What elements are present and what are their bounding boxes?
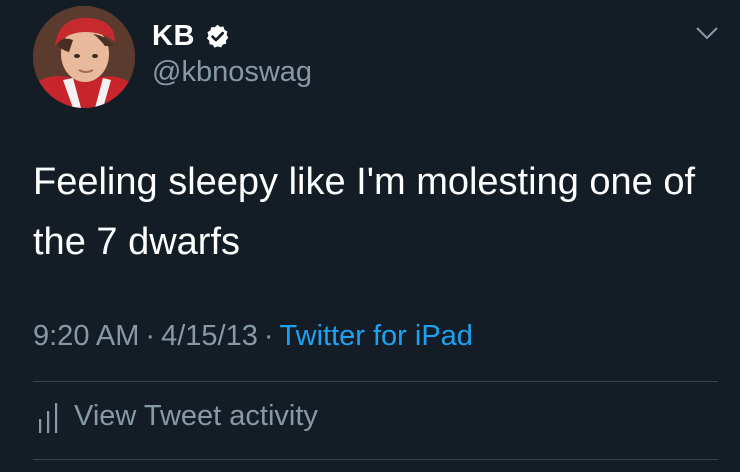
avatar[interactable] [33,6,135,108]
user-handle[interactable]: @kbnoswag [152,56,312,89]
tweet-card: KB @kbnoswag Feeling sleepy like I'm mol… [0,0,740,472]
verified-badge-icon [206,24,229,48]
meta-separator: · [145,320,156,352]
view-tweet-activity-button[interactable]: View Tweet activity [38,400,318,433]
author-name-row[interactable]: KB [152,18,231,54]
tweet-source-link[interactable]: Twitter for iPad [280,320,473,352]
meta-separator: · [263,320,274,352]
tweet-date[interactable]: 4/15/13 [161,320,258,352]
view-tweet-activity-label: View Tweet activity [74,400,318,432]
tweet-time[interactable]: 9:20 AM [33,320,139,352]
display-name[interactable]: KB [152,20,195,53]
tweet-text: Feeling sleepy like I'm molesting one of… [33,161,696,263]
chevron-down-icon[interactable] [696,26,718,40]
avatar-image [33,6,135,108]
divider [33,381,718,382]
tweet-meta: 9:20 AM · 4/15/13 · Twitter for iPad [33,320,473,353]
bar-chart-icon [39,402,58,433]
divider [33,459,718,460]
